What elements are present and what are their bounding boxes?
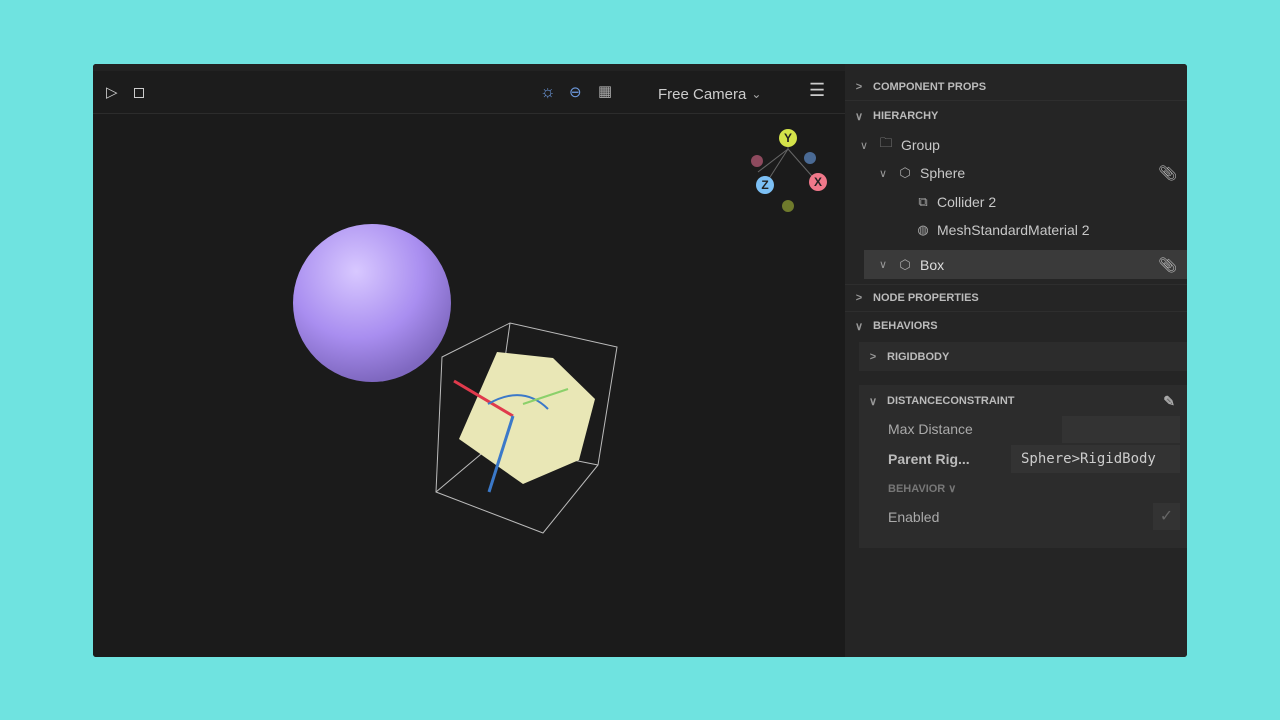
attachment-icon[interactable]: 📎︎ (1158, 164, 1177, 182)
inspector-panel: > COMPONENT PROPS ∨ HIERARCHY ∨ 🗀 Group ∨ ⬡ Sp… (845, 64, 1187, 657)
cube-icon: ⬡ (899, 256, 911, 272)
collider-icon: ⧉ (918, 194, 928, 209)
tree-item-collider[interactable]: ⧉ Collider 2 (845, 188, 1187, 216)
gizmo-z[interactable]: Z (756, 176, 774, 194)
chevron-down-icon: ∨ (859, 139, 869, 152)
parent-rigidbody-field[interactable]: Sphere>RigidBody (1011, 445, 1180, 473)
tree-item-group[interactable]: ∨ 🗀 Group (845, 131, 1187, 159)
pencil-icon[interactable]: ✎ (1163, 393, 1175, 410)
folder-icon: 🗀 (879, 135, 893, 150)
attachment-icon[interactable]: 📎︎ (1158, 256, 1177, 274)
box-object (459, 352, 595, 484)
tree-label: Box (920, 256, 945, 273)
section-title: HIERARCHY (873, 110, 939, 122)
palette-icon: ◍ (917, 222, 929, 237)
chevron-down-icon: ∨ (868, 395, 878, 408)
enabled-checkbox[interactable]: ✓ (1153, 503, 1180, 530)
section-node-properties[interactable]: > NODE PROPERTIES (845, 284, 1187, 312)
section-title: BEHAVIORS (873, 320, 938, 332)
section-hierarchy[interactable]: ∨ HIERARCHY (845, 102, 1187, 130)
chevron-right-icon: > (855, 80, 863, 93)
section-title: RIGIDBODY (887, 350, 950, 363)
section-component-props[interactable]: > COMPONENT PROPS (845, 73, 1187, 101)
tree-item-box[interactable]: ∨ ⬡ Box 📎︎ (864, 250, 1187, 279)
chevron-down-icon: ∨ (878, 167, 888, 180)
viewport[interactable]: ▷ ☼ ⊖ ▦ Free Camera ⌄ ☰ Y X Z (93, 64, 845, 657)
tree-item-sphere[interactable]: ∨ ⬡ Sphere 📎︎ (845, 159, 1187, 187)
max-distance-input[interactable] (1062, 416, 1180, 443)
behavior-distance-constraint: ∨ DISTANCECONSTRAINT ✎ Max Distance Parent… (859, 385, 1187, 548)
sphere-object (293, 224, 451, 382)
section-title: COMPONENT PROPS (873, 80, 987, 93)
scene (293, 138, 819, 534)
section-behaviors[interactable]: ∨ BEHAVIORS (845, 312, 1187, 340)
chevron-down-icon: ∨ (854, 110, 864, 123)
chevron-right-icon: > (869, 350, 877, 363)
editor-window: ▷ ☼ ⊖ ▦ Free Camera ⌄ ☰ Y X Z > COMPONENT… (93, 64, 1187, 657)
tree-label: Collider 2 (937, 194, 997, 210)
chevron-right-icon: > (855, 292, 863, 304)
gizmo-x[interactable]: X (809, 173, 827, 191)
cube-icon: ⬡ (899, 165, 911, 180)
max-distance-label: Max Distance (888, 421, 973, 437)
tree-label: Sphere (920, 165, 966, 181)
tree-label: MeshStandardMaterial 2 (937, 222, 1090, 238)
gizmo-y[interactable]: Y (779, 129, 797, 147)
chevron-down-icon: ∨ (854, 320, 864, 333)
tree-item-material[interactable]: ◍ MeshStandardMaterial 2 (845, 216, 1187, 244)
behavior-rigidbody[interactable]: > RIGIDBODY (859, 342, 1187, 371)
behavior-label: BEHAVIOR (888, 483, 946, 495)
section-title: DISTANCECONSTRAINT (887, 395, 1015, 407)
parent-rigidbody-label: Parent Rig... (888, 451, 970, 467)
chevron-down-icon: ∨ (878, 259, 888, 271)
tree-label: Group (901, 137, 940, 153)
enabled-label: Enabled (888, 509, 940, 525)
behavior-dropdown[interactable]: BEHAVIOR ∨ (888, 482, 956, 495)
distance-constraint-header[interactable]: ∨ DISTANCECONSTRAINT ✎ (859, 387, 1187, 415)
section-title: NODE PROPERTIES (873, 292, 979, 304)
